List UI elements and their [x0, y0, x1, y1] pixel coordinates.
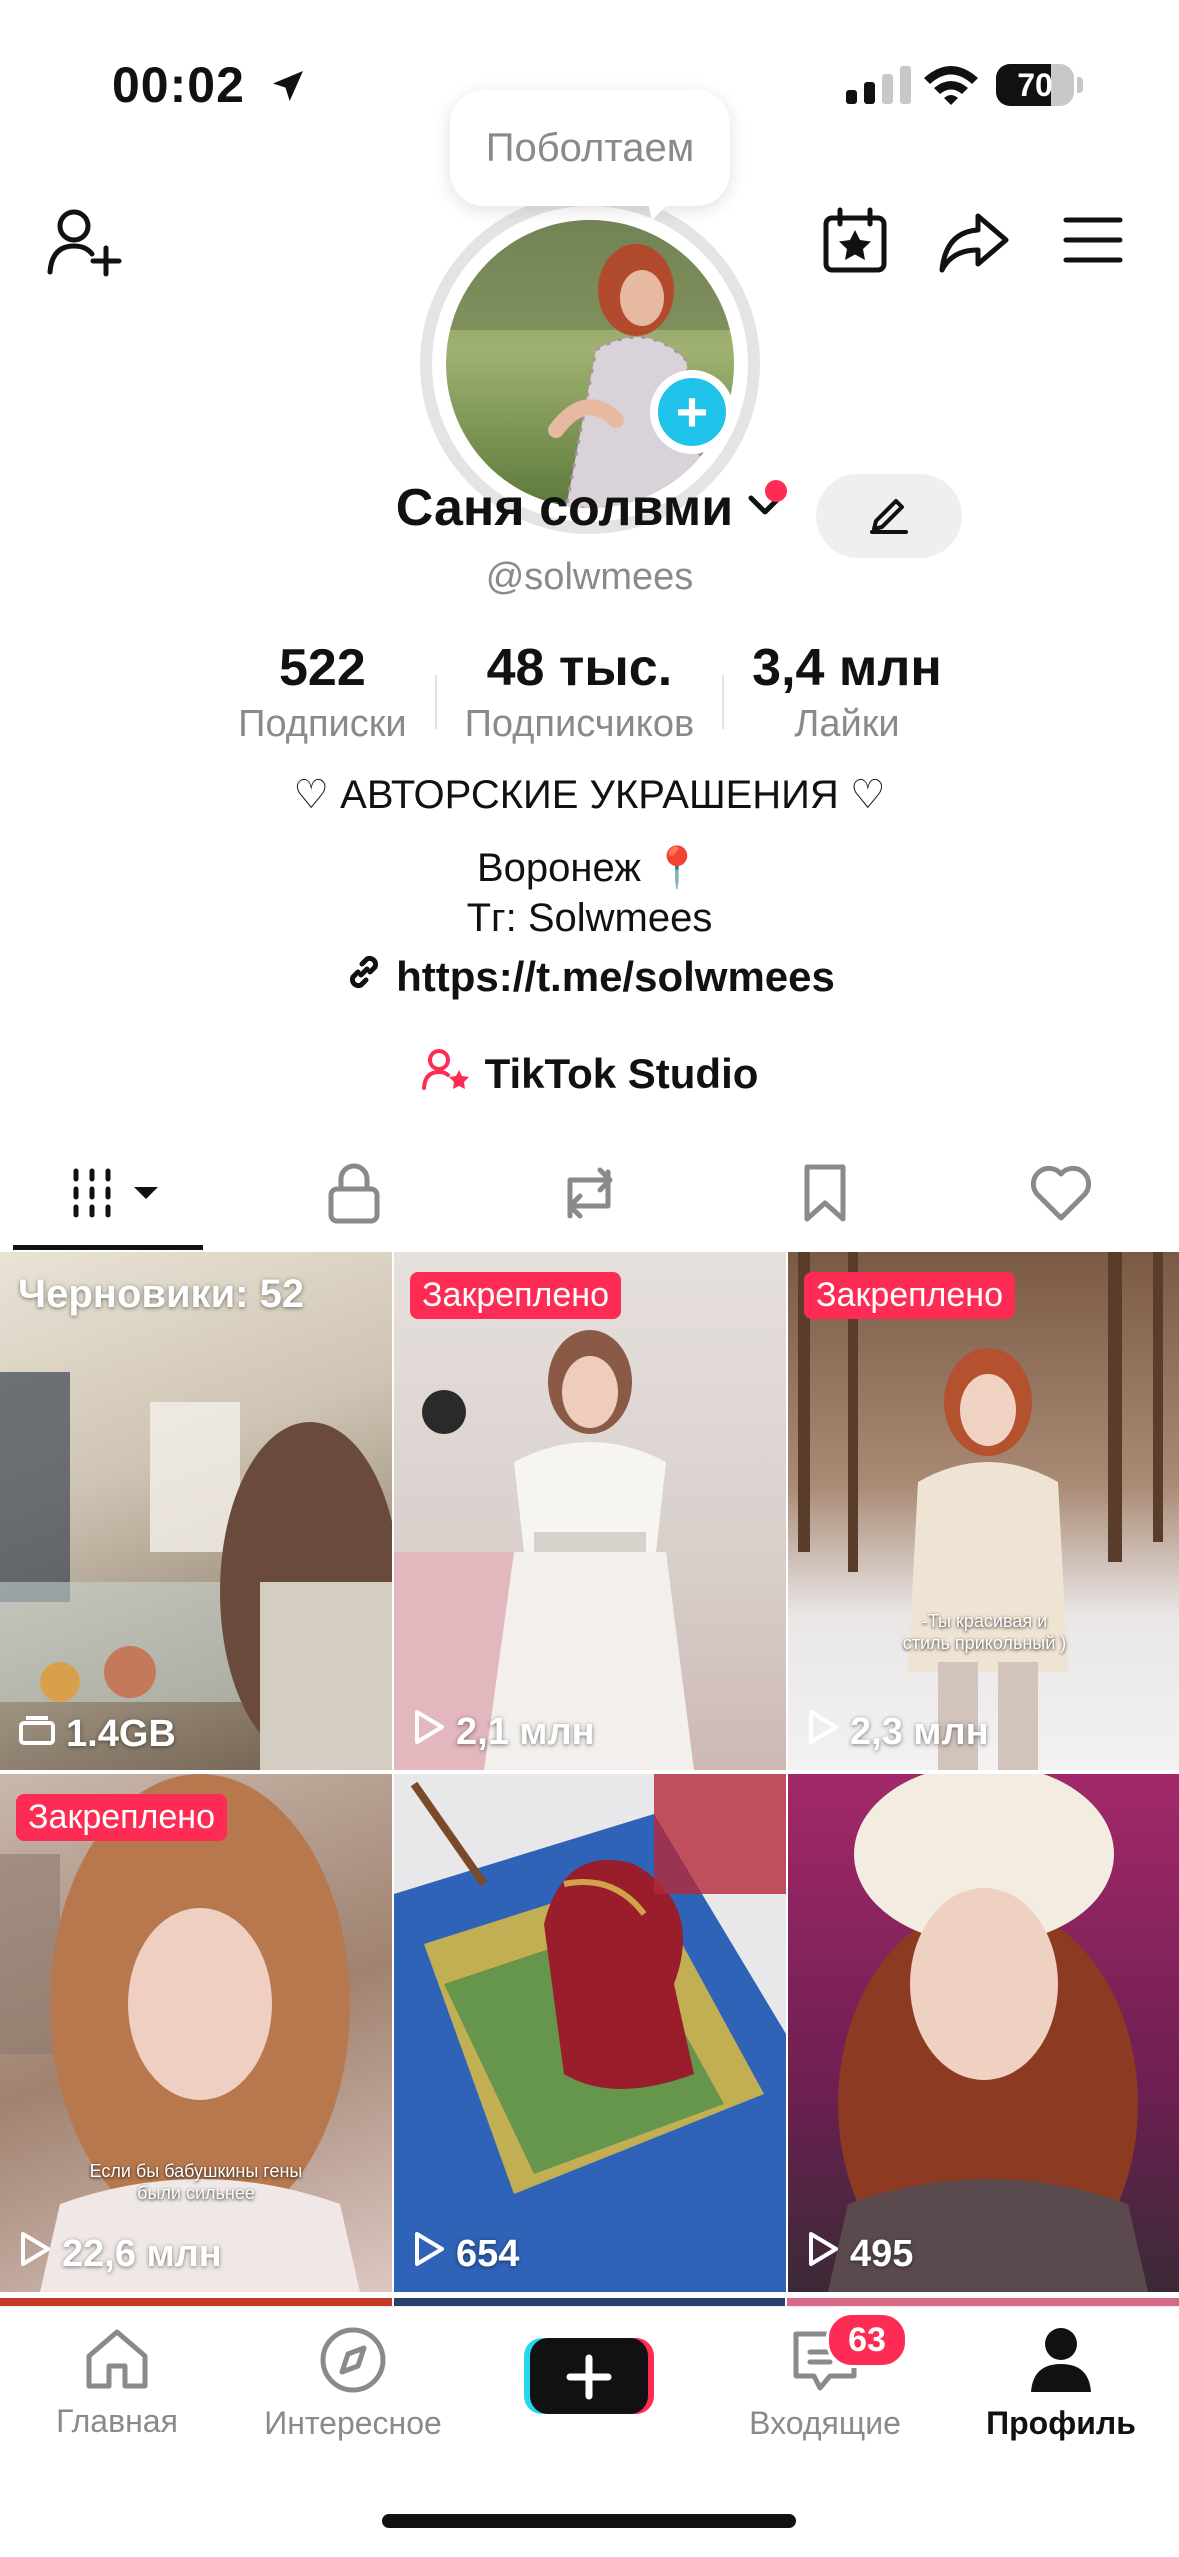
create-button[interactable]	[524, 2334, 654, 2418]
views-count: 1.4GB	[66, 1713, 176, 1755]
pinned-badge: Закреплено	[410, 1272, 621, 1319]
calendar-star-icon[interactable]	[820, 206, 890, 276]
bookmark-icon	[801, 1163, 849, 1228]
compass-icon	[318, 2326, 388, 2399]
nav-label: Входящие	[749, 2405, 901, 2441]
drafts-icon	[18, 1713, 56, 1756]
edit-profile-button[interactable]	[816, 474, 962, 558]
profile-name: Саня солвми	[395, 479, 734, 537]
studio-label: TikTok Studio	[484, 1050, 759, 1097]
stat-label: Подписки	[238, 703, 407, 745]
video-tile[interactable]: Закреплено 2,1 млн	[394, 1252, 786, 1770]
nav-home[interactable]: Главная	[17, 2326, 217, 2440]
menu-icon[interactable]	[1062, 214, 1124, 266]
nav-label: Интересное	[264, 2405, 442, 2441]
views-count: 22,6 млн	[62, 2232, 222, 2275]
pinned-badge: Закреплено	[16, 1794, 227, 1841]
stat-likes[interactable]: 3,4 млн Лайки	[724, 636, 970, 748]
views-count: 654	[456, 2232, 520, 2275]
stat-following[interactable]: 522 Подписки	[210, 636, 434, 748]
play-icon	[412, 2230, 446, 2278]
tiktok-studio-link[interactable]: TikTok Studio	[0, 1046, 1179, 1102]
video-caption: -Ты красивая и стиль прикольный )	[902, 1611, 1067, 1653]
stat-value: 48 тыс.	[486, 639, 673, 697]
drafts-count: Черновики: 52	[18, 1272, 305, 1316]
tab-reposts[interactable]	[472, 1140, 708, 1250]
profile-stats: 522 Подписки 48 тыс. Подписчиков 3,4 млн…	[150, 636, 1030, 748]
repost-icon	[556, 1162, 622, 1229]
bio-line: Тг: Solwmees	[466, 896, 713, 940]
profile-icon	[1029, 2326, 1093, 2399]
add-story-button[interactable]: +	[650, 370, 734, 454]
video-grid: Черновики: 52 1.4GB Закреплено 2,1 млн З…	[0, 1252, 1179, 2292]
status-time: 00:02	[112, 57, 245, 113]
battery-cap	[1077, 77, 1083, 93]
play-icon	[18, 2230, 52, 2278]
nav-profile[interactable]: Профиль	[961, 2326, 1161, 2442]
pencil-icon	[868, 493, 910, 540]
stat-value: 522	[279, 639, 366, 697]
location-arrow-icon	[268, 66, 308, 111]
stat-label: Лайки	[794, 703, 900, 745]
storage-size: 1.4GB	[18, 1713, 176, 1756]
view-count: 22,6 млн	[18, 2230, 222, 2278]
videos-grid-icon	[70, 1165, 166, 1226]
video-tile[interactable]: Закреплено Если бы бабушкины гены были с…	[0, 1774, 392, 2292]
stat-followers[interactable]: 48 тыс. Подписчиков	[437, 636, 723, 748]
stat-value: 3,4 млн	[752, 639, 942, 697]
drafts-tile[interactable]: Черновики: 52 1.4GB	[0, 1252, 392, 1770]
profile-name-row[interactable]: Саня солвми	[0, 478, 1179, 538]
lock-icon	[326, 1161, 382, 1230]
status-bubble[interactable]: Поболтаем	[450, 90, 730, 206]
profile-handle: @solwmees	[485, 556, 694, 598]
views-count: 2,1 млн	[456, 1710, 595, 1753]
view-count: 2,1 млн	[412, 1708, 595, 1756]
bio-line: ♡ АВТОРСКИЕ УКРАШЕНИЯ ♡	[293, 773, 886, 817]
tab-private[interactable]	[236, 1140, 472, 1250]
stat-label: Подписчиков	[464, 703, 695, 745]
battery-indicator: 70	[996, 64, 1074, 106]
pinned-badge: Закреплено	[804, 1272, 1015, 1319]
notification-dot	[765, 480, 787, 502]
content-tabs	[0, 1140, 1179, 1250]
view-count: 654	[412, 2230, 519, 2278]
views-count: 495	[850, 2232, 914, 2275]
tab-videos[interactable]	[0, 1140, 236, 1250]
tab-favorites[interactable]	[707, 1140, 943, 1250]
play-icon	[806, 1708, 840, 1756]
views-count: 2,3 млн	[850, 1710, 989, 1753]
video-caption: Если бы бабушкины гены были сильнее	[89, 2161, 303, 2203]
video-tile[interactable]: 495	[788, 1774, 1179, 2292]
nav-label: Профиль	[986, 2405, 1136, 2441]
link-icon	[344, 952, 384, 1002]
wifi-icon	[922, 62, 980, 111]
nav-discover[interactable]: Интересное	[253, 2326, 453, 2442]
creator-star-icon	[421, 1046, 471, 1102]
tab-liked[interactable]	[943, 1140, 1179, 1250]
avatar[interactable]	[446, 220, 734, 508]
view-count: 2,3 млн	[806, 1708, 989, 1756]
play-icon	[806, 2230, 840, 2278]
add-friend-icon[interactable]	[46, 206, 122, 278]
inbox-badge: 63	[826, 2312, 908, 2368]
nav-label: Главная	[56, 2403, 178, 2439]
heart-icon	[1029, 1164, 1093, 1227]
home-indicator	[382, 2514, 796, 2528]
home-icon	[81, 2326, 153, 2397]
profile-link[interactable]: https://t.me/solwmees	[0, 952, 1179, 1002]
video-tile[interactable]: 654	[394, 1774, 786, 2292]
bio-line: Воронеж 📍	[477, 846, 702, 890]
view-count: 495	[806, 2230, 913, 2278]
video-tile[interactable]: Закреплено -Ты красивая и стиль прикольн…	[788, 1252, 1179, 1770]
share-icon[interactable]	[938, 210, 1010, 274]
cellular-signal-icon	[846, 64, 911, 104]
play-icon	[412, 1708, 446, 1756]
link-text: https://t.me/solwmees	[396, 953, 835, 1000]
